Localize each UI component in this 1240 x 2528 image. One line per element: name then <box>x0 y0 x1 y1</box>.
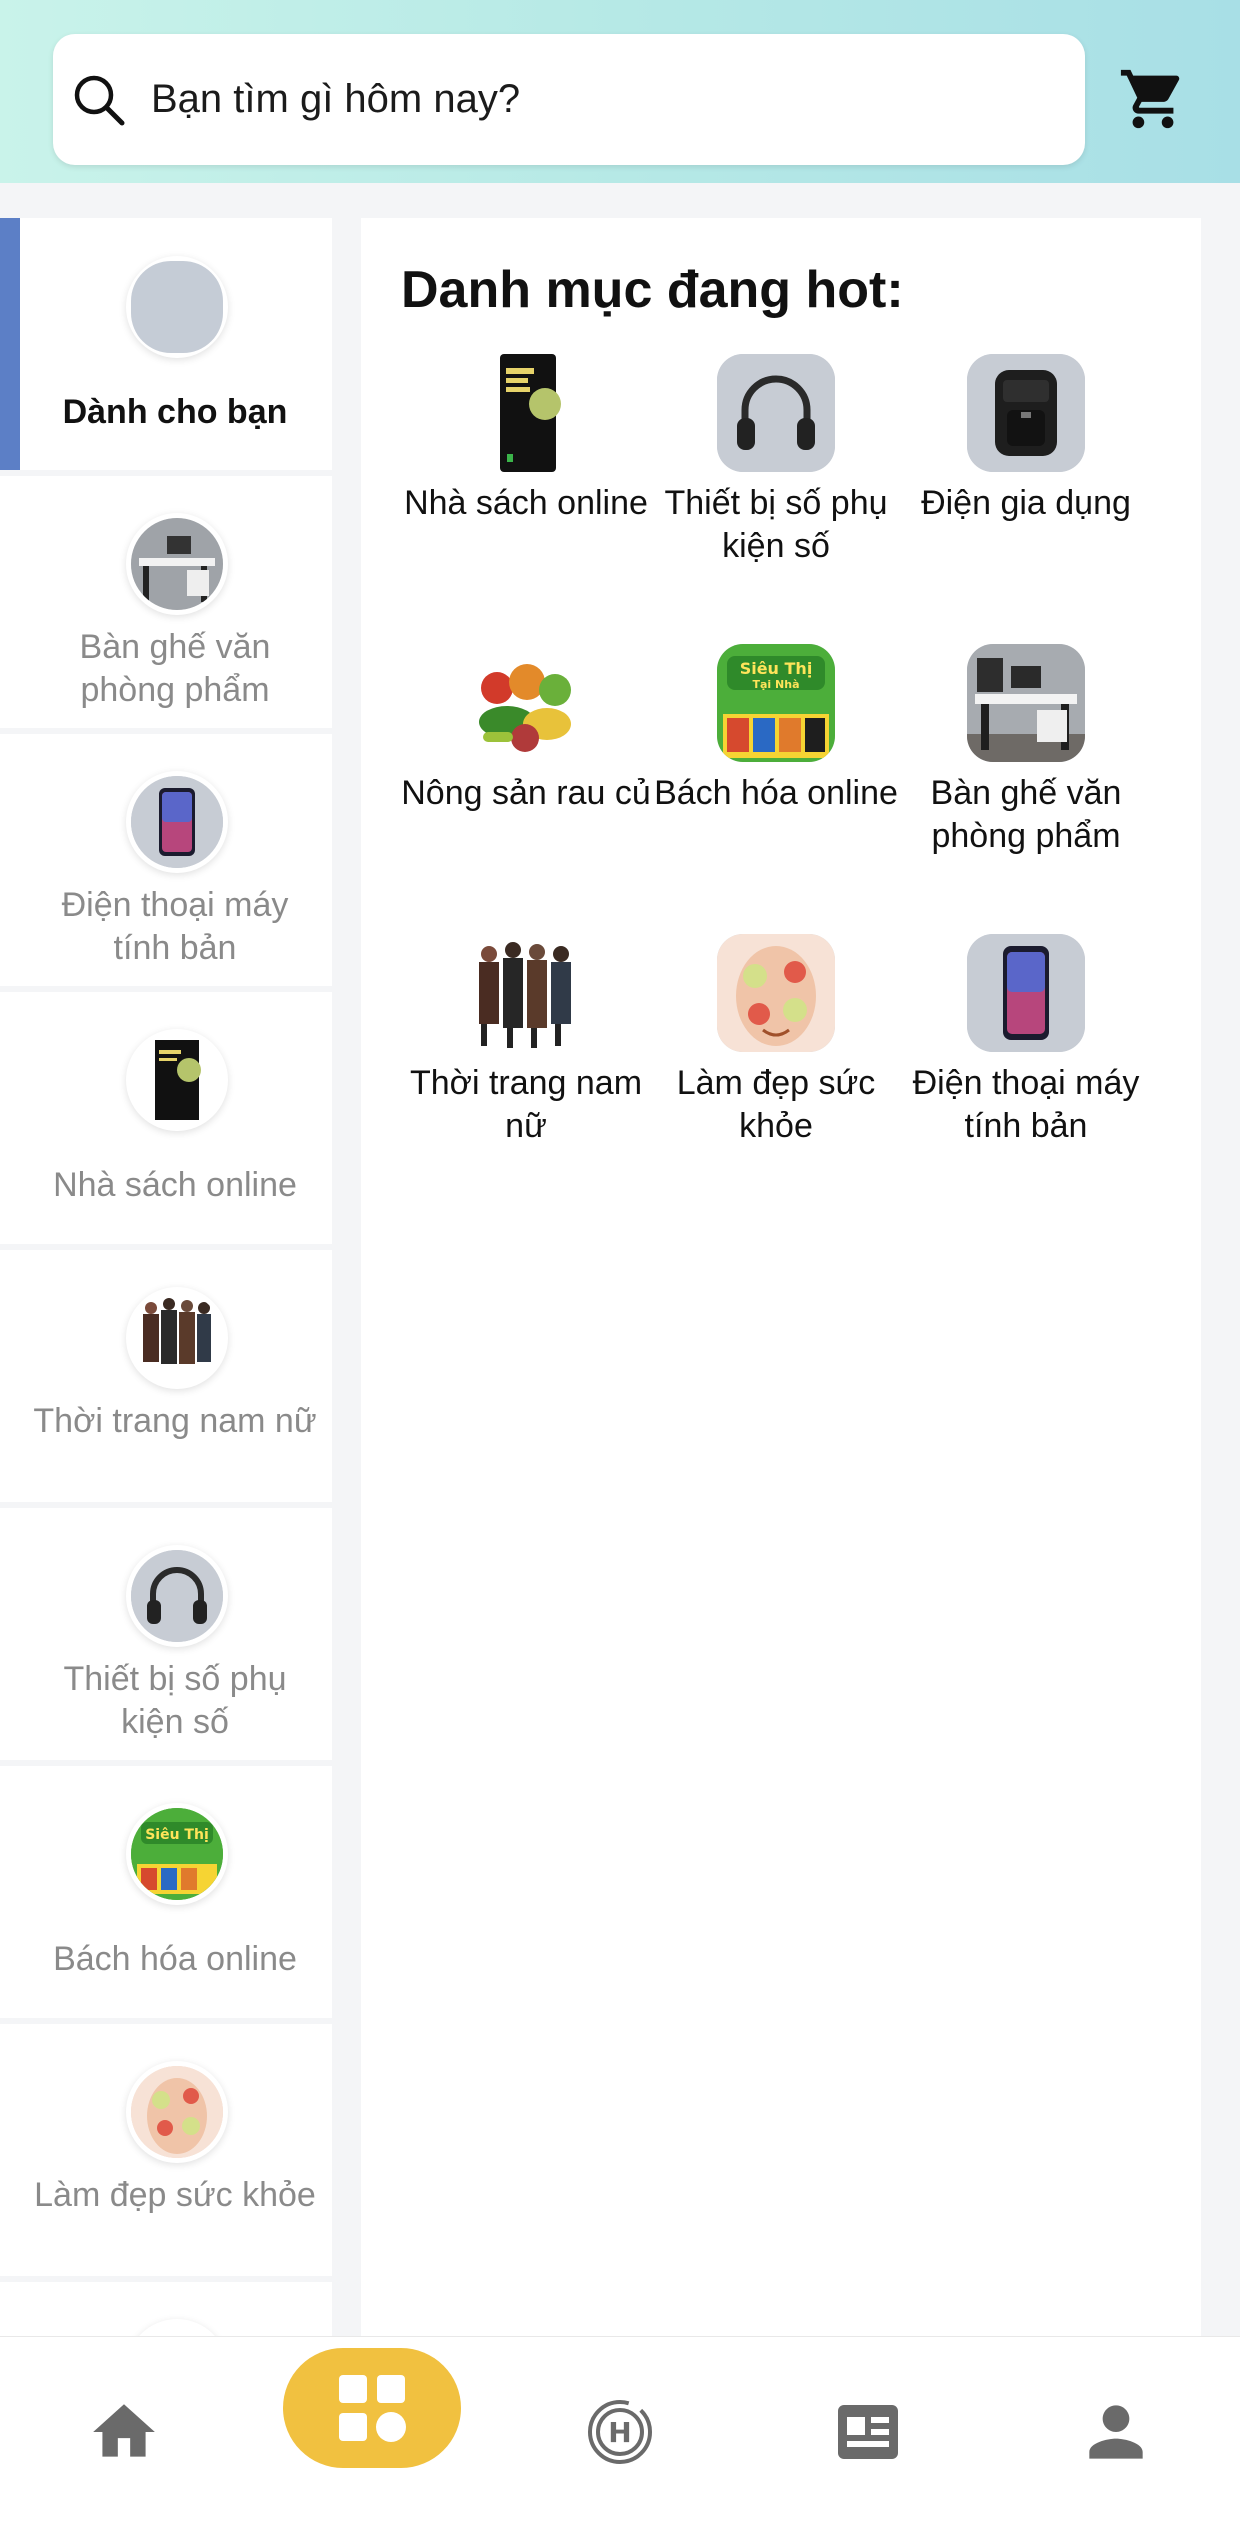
sidebar-item-label: Thời trang nam nữ <box>33 1402 317 1440</box>
sidebar: Dành cho bạn Bàn ghế văn phòng phẩm Điện… <box>0 218 332 2338</box>
sidebar-item-dien-thoai[interactable]: Điện thoại máy tính bản <box>0 734 332 986</box>
news-icon <box>838 2405 898 2459</box>
category-label: Bách hóa online <box>654 774 898 812</box>
search-placeholder: Bạn tìm gì hôm nay? <box>151 77 521 121</box>
search-input[interactable]: Bạn tìm gì hôm nay? <box>53 34 1085 165</box>
sidebar-item-label: Thiết bị số phụ kiện số <box>63 1660 287 1741</box>
nav-news[interactable] <box>808 2336 928 2528</box>
sidebar-item-more[interactable] <box>0 2282 332 2338</box>
svg-text:Siêu Thị: Siêu Thị <box>740 659 813 678</box>
fashion-image <box>126 1287 228 1389</box>
sidebar-item-label: Làm đẹp sức khỏe <box>34 2176 316 2214</box>
svg-text:H: H <box>608 2416 631 2449</box>
grocery-image: Siêu Thị Tại Nhà <box>717 644 835 762</box>
category-label: Điện gia dụng <box>921 484 1131 522</box>
categories-icon <box>339 2375 406 2442</box>
sidebar-item-ban-ghe[interactable]: Bàn ghế văn phòng phẩm <box>0 476 332 728</box>
category-thiet-bi-so[interactable]: Thiết bị số phụ kiện số <box>651 354 901 568</box>
category-label: Điện thoại máy tính bản <box>912 1064 1140 1145</box>
beauty-image <box>717 934 835 1052</box>
nav-account[interactable] <box>1056 2336 1176 2528</box>
desk-image <box>967 644 1085 762</box>
category-lam-dep[interactable]: Làm đẹp sức khỏe <box>651 934 901 1148</box>
header: Bạn tìm gì hôm nay? <box>0 0 1240 183</box>
book-image <box>126 1029 228 1131</box>
category-bach-hoa[interactable]: Siêu Thị Tại Nhà Bách hóa online <box>651 644 901 815</box>
sidebar-item-nha-sach[interactable]: Nhà sách online <box>0 992 332 1244</box>
sidebar-item-label: Nhà sách online <box>53 1166 297 1204</box>
svg-text:Siêu Thị: Siêu Thị <box>145 1827 209 1843</box>
fashion-image <box>467 934 585 1052</box>
home-icon <box>93 2404 155 2457</box>
sidebar-item-label: Bàn ghế văn phòng phẩm <box>79 628 271 709</box>
category-nha-sach[interactable]: Nhà sách online <box>401 354 651 525</box>
sidebar-item-label: Dành cho bạn <box>62 393 288 431</box>
headphones-image <box>717 354 835 472</box>
category-label: Bàn ghế văn phòng phẩm <box>930 774 1122 855</box>
category-thoi-trang[interactable]: Thời trang nam nữ <box>401 934 651 1148</box>
desk-image <box>126 513 228 615</box>
beauty-image <box>126 2061 228 2163</box>
phone-image <box>126 771 228 873</box>
page-title: Danh mục đang hot: <box>401 261 904 319</box>
category-ban-ghe[interactable]: Bàn ghế văn phòng phẩm <box>901 644 1151 858</box>
phone-image <box>967 934 1085 1052</box>
grocery-image: Siêu Thị <box>126 1803 228 1905</box>
nav-history[interactable]: H <box>560 2336 680 2528</box>
category-nong-san[interactable]: Nông sản rau củ <box>401 644 651 815</box>
svg-text:Tại Nhà: Tại Nhà <box>753 678 800 691</box>
category-label: Nông sản rau củ <box>401 774 651 812</box>
sidebar-item-label: Bách hóa online <box>53 1940 297 1978</box>
category-dien-gia-dung[interactable]: Điện gia dụng <box>901 354 1151 525</box>
category-dien-thoai[interactable]: Điện thoại máy tính bản <box>901 934 1151 1148</box>
sidebar-item-thumb <box>126 256 228 358</box>
air-fryer-image <box>967 354 1085 472</box>
cart-icon[interactable] <box>1118 64 1188 134</box>
search-icon <box>74 75 125 126</box>
history-icon: H <box>588 2400 652 2464</box>
category-label: Thiết bị số phụ kiện số <box>664 484 888 565</box>
nav-categories[interactable] <box>312 2348 432 2468</box>
sidebar-item-thoi-trang[interactable]: Thời trang nam nữ <box>0 1250 332 1502</box>
category-label: Nhà sách online <box>404 484 648 522</box>
sidebar-item-label: Điện thoại máy tính bản <box>61 886 289 967</box>
category-label: Thời trang nam nữ <box>409 1064 643 1145</box>
book-image <box>467 354 585 472</box>
sidebar-item-lam-dep[interactable]: Làm đẹp sức khỏe <box>0 2024 332 2276</box>
headphones-image <box>126 1545 228 1647</box>
sidebar-item-danh-cho-ban[interactable]: Dành cho bạn <box>0 218 332 470</box>
nav-home[interactable] <box>64 2336 184 2528</box>
sidebar-item-bach-hoa[interactable]: Siêu Thị Bách hóa online <box>0 1766 332 2018</box>
hot-categories-panel: Danh mục đang hot: Nhà sách online Thiết… <box>361 218 1201 2338</box>
category-label: Làm đẹp sức khỏe <box>676 1064 876 1145</box>
vegetables-image <box>467 644 585 762</box>
sidebar-item-thiet-bi-so[interactable]: Thiết bị số phụ kiện số <box>0 1508 332 1760</box>
account-icon <box>1089 2405 1143 2459</box>
